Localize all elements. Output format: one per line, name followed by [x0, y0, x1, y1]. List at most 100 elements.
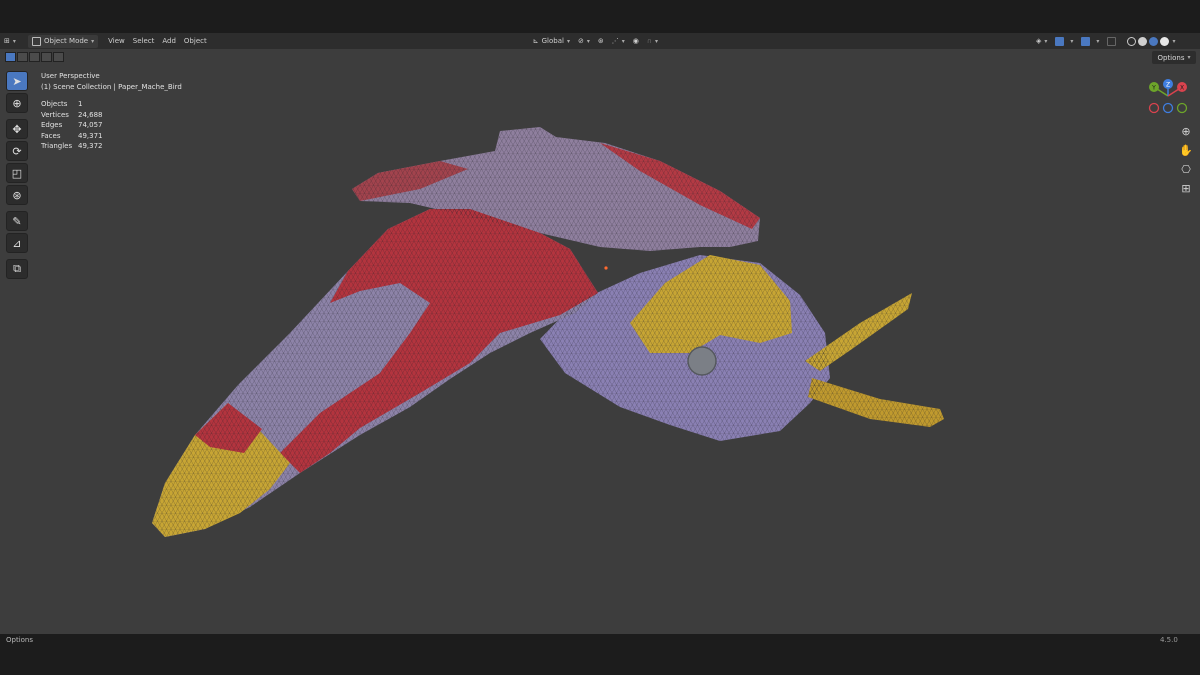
menu-object[interactable]: Object	[180, 35, 211, 48]
paper-mache-bird-model[interactable]	[0, 33, 1200, 634]
mode-label: Object Mode	[44, 37, 89, 45]
chevron-down-icon: ▾	[1070, 37, 1074, 45]
3d-viewport[interactable]: ⊞ ▾ Object Mode ▾ View Select Add Object …	[0, 33, 1200, 634]
gizmo-x-axis[interactable]: X	[1177, 82, 1187, 92]
magnet-icon: ⊛	[597, 37, 604, 45]
viewport-info: User Perspective (1) Scene Collection | …	[41, 71, 182, 93]
wireframe-shading-icon[interactable]	[1127, 36, 1137, 46]
gizmo-neg-x	[1148, 102, 1160, 114]
selection-mode-row	[5, 52, 64, 62]
eye	[687, 346, 717, 376]
ruler-icon: ⊿	[12, 236, 22, 250]
select-box-tool[interactable]: ➤	[6, 71, 28, 91]
overlay-toggle[interactable]: ▾	[1077, 35, 1103, 48]
navigation-gizmo[interactable]: Y Z X	[1146, 75, 1194, 115]
pan-button[interactable]: ✋	[1176, 142, 1196, 159]
falloff-icon: ∩	[646, 37, 652, 45]
view-name: User Perspective	[41, 72, 100, 80]
menu-view[interactable]: View	[104, 35, 129, 48]
visibility-button[interactable]: ◈ ▾	[1032, 35, 1051, 48]
select-new-button[interactable]	[5, 52, 16, 62]
snap-icon: ⋰	[611, 37, 619, 45]
cursor-tool[interactable]: ⊕	[6, 93, 28, 113]
version-label: 4.5.0	[1160, 636, 1178, 644]
gizmo-z-axis[interactable]: Z	[1163, 79, 1173, 89]
status-bar-version: 4.5.0	[1160, 636, 1178, 644]
gizmo-y-label: Y	[1151, 85, 1156, 92]
collection-path: (1) Scene Collection | Paper_Mache_Bird	[41, 83, 182, 91]
stat-label: Edges	[41, 121, 63, 129]
move-tool[interactable]: ✥	[6, 119, 28, 139]
xray-icon	[1107, 36, 1117, 46]
select-invert-button[interactable]	[41, 52, 52, 62]
gizmo-toggle[interactable]: ▾	[1051, 35, 1077, 48]
material-shading-icon[interactable]	[1149, 36, 1159, 46]
zoom-button[interactable]: ⊕	[1176, 123, 1196, 140]
select-intersect-button[interactable]	[53, 52, 64, 62]
select-extend-button[interactable]	[17, 52, 28, 62]
chevron-down-icon: ▾	[91, 37, 95, 45]
stat-value: 24,688	[78, 110, 103, 119]
move-arrows-icon: ✥	[12, 122, 22, 136]
tool-shelf: ➤ ⊕ ✥ ⟳ ◰ ⊛ ✎ ⊿ ⧉	[6, 71, 30, 281]
stat-label: Faces	[41, 131, 61, 140]
stat-row: Vertices 24,688	[41, 110, 103, 121]
annotate-tool[interactable]: ✎	[6, 211, 28, 231]
menu-select[interactable]: Select	[129, 35, 159, 48]
stat-label: Vertices	[41, 110, 69, 119]
viewport-navigation: ⊕ ✋ ⎔ ⊞	[1176, 123, 1196, 199]
rendered-shading-icon[interactable]	[1160, 36, 1170, 46]
gizmo-neg-y	[1176, 102, 1188, 114]
zoom-icon: ⊕	[1181, 125, 1191, 138]
select-subtract-button[interactable]	[29, 52, 40, 62]
object-origin	[604, 266, 608, 270]
stat-label: Objects	[41, 100, 68, 108]
chevron-down-icon: ▾	[1044, 37, 1048, 45]
add-cube-tool[interactable]: ⧉	[6, 259, 28, 279]
gizmo-z-label: Z	[1166, 82, 1170, 89]
proportional-edit-toggle[interactable]: ◉	[629, 35, 643, 48]
letterbox-top	[0, 0, 1200, 33]
transform-orientation-select[interactable]: ⊾ Global ▾	[529, 35, 574, 48]
grid-icon: ⊞	[1181, 182, 1191, 195]
stat-row: Triangles 49,372	[41, 141, 103, 152]
measure-tool[interactable]: ⊿	[6, 233, 28, 253]
snap-toggle[interactable]: ⊛	[594, 35, 608, 48]
scale-icon: ◰	[11, 166, 23, 180]
falloff-button[interactable]: ∩ ▾	[643, 35, 662, 48]
stat-value: 49,372	[78, 142, 103, 150]
link-icon: ⊘	[577, 37, 584, 45]
mode-select[interactable]: Object Mode ▾	[28, 34, 99, 48]
chevron-down-icon: ▾	[12, 37, 16, 45]
editor-type-button[interactable]: ⊞ ▾	[0, 35, 22, 48]
chevron-down-icon: ▾	[1187, 54, 1191, 61]
gizmo-icon	[1055, 36, 1065, 46]
proportional-icon: ◉	[632, 37, 639, 45]
shading-modes[interactable]: ▾	[1123, 35, 1177, 48]
perspective-toggle[interactable]: ⊞	[1176, 180, 1196, 197]
chevron-down-icon: ▾	[621, 37, 625, 45]
status-bar-options[interactable]: Options	[6, 636, 33, 644]
cursor-arrow-icon: ➤	[12, 74, 22, 88]
solid-shading-icon[interactable]	[1138, 36, 1148, 46]
pivot-point-button[interactable]: ⊘ ▾	[574, 35, 594, 48]
add-cube-icon: ⧉	[13, 262, 21, 275]
orientation-icon: ⊾	[532, 37, 539, 45]
snap-target-button[interactable]: ⋰ ▾	[608, 35, 629, 48]
gizmo-y-axis[interactable]: Y	[1149, 82, 1159, 92]
stat-value: 49,371	[78, 131, 103, 140]
scale-tool[interactable]: ◰	[6, 163, 28, 183]
crosshair-icon: ⊕	[12, 96, 22, 110]
transform-icon: ⊛	[12, 188, 22, 202]
pencil-icon: ✎	[12, 214, 22, 228]
transform-tool[interactable]: ⊛	[6, 185, 28, 205]
menu-add[interactable]: Add	[158, 35, 180, 48]
camera-view-button[interactable]: ⎔	[1176, 161, 1196, 178]
options-dropdown[interactable]: Options ▾	[1152, 51, 1196, 64]
overlay-icon	[1081, 36, 1091, 46]
transform-orientation-label: Global	[541, 37, 564, 45]
stat-label: Triangles	[41, 142, 73, 150]
xray-toggle[interactable]	[1103, 35, 1123, 48]
stat-row: Faces 49,371	[41, 131, 103, 142]
rotate-tool[interactable]: ⟳	[6, 141, 28, 161]
